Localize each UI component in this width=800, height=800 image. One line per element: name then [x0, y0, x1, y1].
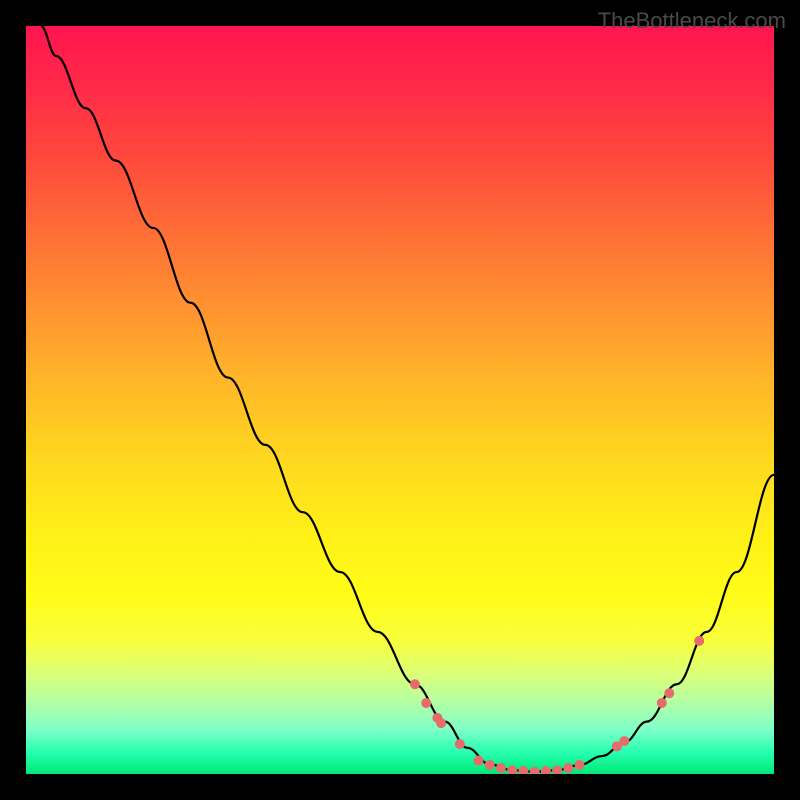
data-point — [518, 766, 528, 774]
data-point — [541, 766, 551, 774]
data-point — [575, 760, 585, 770]
data-point — [410, 679, 420, 689]
chart-plot-area — [26, 26, 774, 774]
data-point — [552, 765, 562, 774]
data-point — [485, 760, 495, 770]
data-point — [455, 739, 465, 749]
attribution-text: TheBottleneck.com — [598, 8, 786, 34]
data-point — [563, 763, 573, 773]
data-point — [421, 698, 431, 708]
data-point — [657, 698, 667, 708]
data-point — [507, 765, 517, 774]
chart-svg — [26, 26, 774, 774]
curve-line — [41, 26, 774, 772]
data-point — [496, 763, 506, 773]
data-points-group — [410, 636, 704, 774]
data-point — [664, 688, 674, 698]
data-point — [530, 767, 540, 774]
data-point — [619, 736, 629, 746]
data-point — [694, 636, 704, 646]
data-point — [436, 718, 446, 728]
data-point — [474, 756, 484, 766]
